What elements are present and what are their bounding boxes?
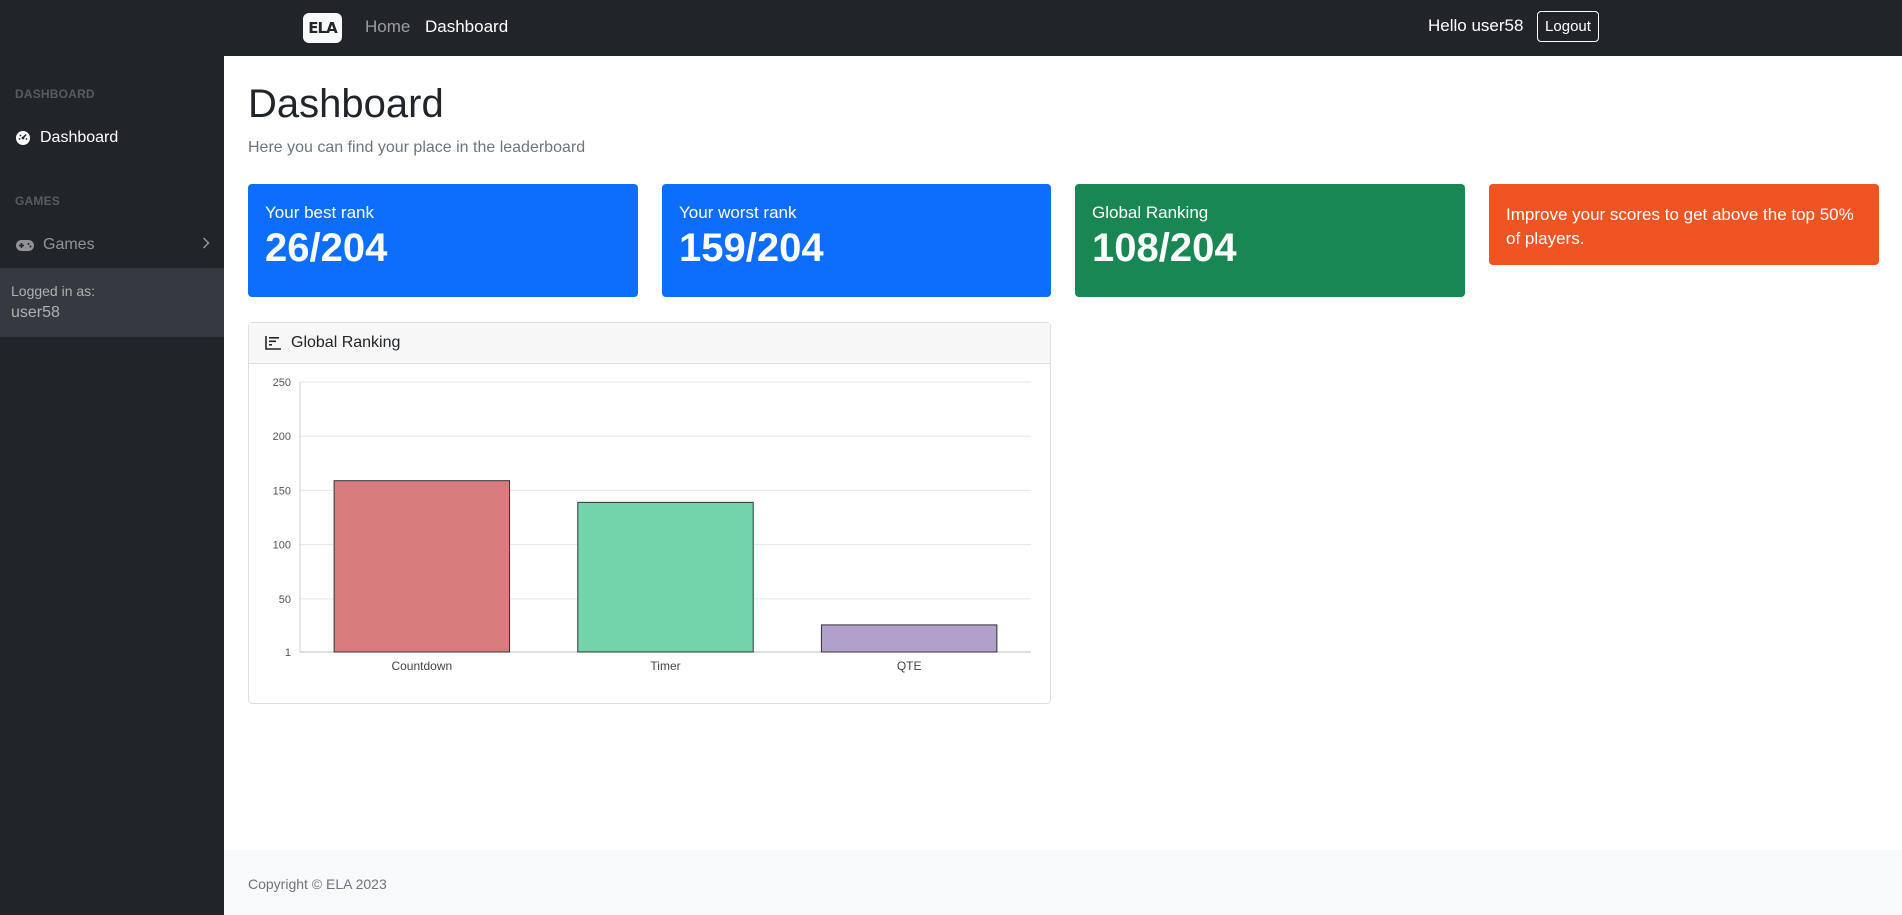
card-value: 108/204	[1092, 226, 1237, 270]
ela-logo[interactable]: ELA	[303, 13, 342, 43]
sidebar-item-dashboard[interactable]: Dashboard	[15, 126, 210, 150]
global-ranking-chart-card: Global Ranking 1 50 100 150 200 250 Countdown T…	[248, 322, 1051, 704]
logout-button[interactable]: Logout	[1537, 11, 1599, 42]
chevron-right-icon	[202, 236, 210, 254]
y-tick-label: 100	[273, 540, 291, 552]
bar-timer	[577, 501, 754, 653]
bar-chart-icon	[265, 336, 281, 350]
card-label: Your best rank	[265, 203, 374, 222]
page-footer: Copyright © ELA 2023	[224, 850, 1902, 915]
y-tick-label: 200	[273, 431, 291, 443]
y-tick-label: 1	[285, 647, 291, 659]
gauge-icon	[15, 130, 31, 146]
global-ranking-card: Global Ranking 108/204	[1075, 184, 1465, 297]
card-label: Global Ranking	[1092, 203, 1209, 222]
bar-qte	[820, 624, 998, 653]
card-value: 159/204	[679, 226, 824, 270]
chart-header: Global Ranking	[249, 323, 1050, 364]
chart-title: Global Ranking	[291, 334, 401, 351]
x-tick-label: Countdown	[391, 659, 452, 673]
bar-chart: 150100150200250Countdown Timer QTE	[273, 377, 1031, 673]
card-label: Your worst rank	[679, 203, 797, 222]
y-tick-label: 150	[273, 485, 291, 497]
logo-text: ELA	[308, 19, 337, 37]
nav-link-dashboard[interactable]: Dashboard	[425, 17, 508, 37]
improve-tip-card: Improve your scores to get above the top…	[1489, 184, 1879, 265]
card-message: Improve your scores to get above the top…	[1506, 205, 1854, 248]
card-value: 26/204	[265, 226, 388, 270]
y-tick-label: 50	[279, 594, 291, 606]
user-greeting: Hello user58	[1428, 16, 1524, 35]
logged-in-label: Logged in as:	[11, 283, 96, 299]
x-tick-label: Timer	[650, 659, 680, 673]
sidebar: DASHBOARD Dashboard GAMES Games Logged i…	[0, 56, 224, 915]
sidebar-heading-dashboard: DASHBOARD	[15, 87, 95, 101]
x-tick-label: QTE	[897, 659, 922, 673]
y-tick-label: 250	[273, 377, 291, 389]
sidebar-footer: Logged in as: user58	[0, 268, 224, 337]
bar-countdown	[333, 480, 511, 653]
page-title: Dashboard	[248, 82, 444, 126]
page-subtitle: Here you can find your place in the lead…	[248, 139, 586, 156]
sidebar-item-label: Games	[43, 236, 95, 253]
logged-in-user: user58	[11, 304, 60, 321]
worst-rank-card: Your worst rank 159/204	[662, 184, 1051, 297]
sidebar-item-label: Dashboard	[40, 129, 119, 146]
top-navbar: ELA Home Dashboard Hello user58 Logout	[0, 0, 1902, 56]
nav-link-home[interactable]: Home	[365, 17, 410, 37]
gamepad-icon	[15, 237, 34, 253]
sidebar-item-games[interactable]: Games	[15, 233, 210, 257]
sidebar-heading-games: GAMES	[15, 194, 61, 208]
best-rank-card: Your best rank 26/204	[248, 184, 638, 297]
copyright-text: Copyright © ELA 2023	[248, 876, 387, 892]
